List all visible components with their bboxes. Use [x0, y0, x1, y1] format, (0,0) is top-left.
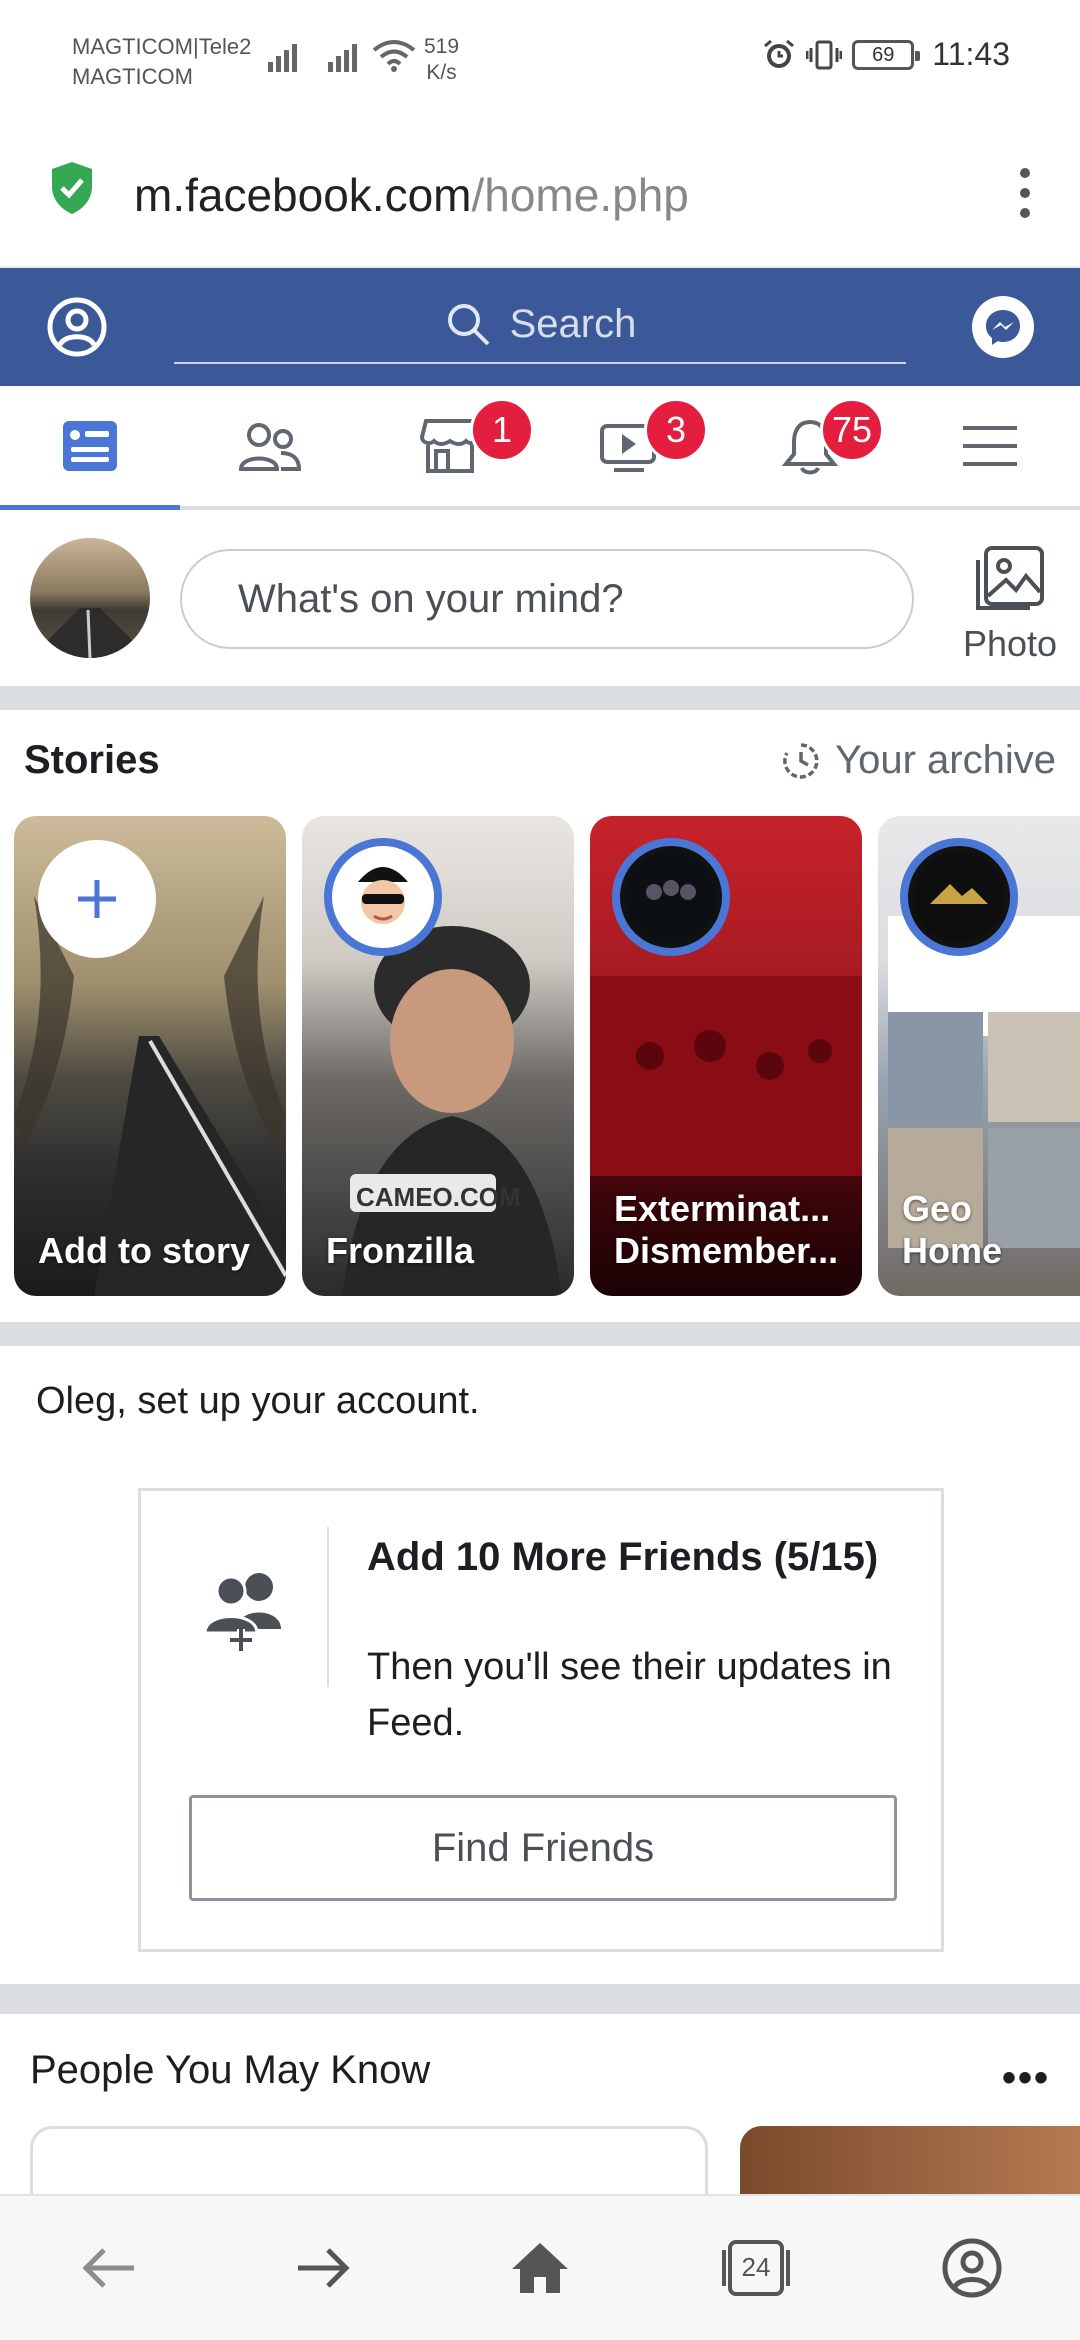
setup-heading: Oleg, set up your account. [36, 1380, 480, 1422]
tab-marketplace[interactable]: 1 [360, 386, 540, 506]
people-you-may-know-title: People You May Know [30, 2048, 431, 2092]
archive-label: Your archive [835, 738, 1056, 782]
add-friends-icon [203, 1573, 281, 1651]
battery-icon: 69 [852, 39, 921, 70]
network-speed: 519 K/s [424, 34, 459, 86]
tab-watch[interactable]: 3 [540, 386, 720, 506]
story-label: Fronzilla [326, 1230, 475, 1271]
story-fronzilla[interactable]: CAMEO.COM Fronzilla [302, 816, 574, 1296]
add-friends-card: Add 10 More Friends (5/15) Then you'll s… [138, 1488, 944, 1952]
your-archive-link[interactable]: Your archive [781, 738, 1056, 783]
search-placeholder: Search [509, 301, 637, 346]
notifications-badge: 75 [820, 398, 884, 462]
story-label: Add to story [38, 1230, 250, 1271]
wifi-icon [372, 40, 416, 72]
divider [0, 686, 1080, 710]
search-icon [447, 304, 490, 346]
story-avatar [612, 838, 730, 956]
messenger-icon[interactable] [972, 296, 1034, 358]
post-composer: What's on your mind? Photo [0, 514, 1080, 686]
friends-icon [238, 423, 302, 471]
main-tabs: 1 3 75 [0, 386, 1080, 510]
tab-menu[interactable] [900, 386, 1080, 506]
card-divider [327, 1527, 329, 1687]
marketplace-badge: 1 [470, 398, 534, 462]
stories-header: Stories Your archive [0, 710, 1080, 810]
find-friends-button[interactable]: Find Friends [189, 1795, 897, 1901]
carrier-line2: MAGTICOM [72, 64, 193, 89]
search-bar[interactable]: Search [174, 286, 906, 364]
news-feed-icon [63, 421, 117, 471]
speed-unit: K/s [426, 61, 457, 84]
hamburger-menu-icon [963, 426, 1017, 466]
story-exterminatus[interactable]: Exterminat... Dismember... [590, 816, 862, 1296]
carrier-info: MAGTICOM|Tele2 MAGTICOM [72, 32, 251, 92]
divider [0, 1322, 1080, 1346]
user-avatar[interactable] [30, 538, 150, 658]
story-add[interactable]: Add to story [14, 816, 286, 1296]
story-label: Exterminat... Dismember... [614, 1188, 839, 1271]
signal-icon [328, 44, 357, 72]
browser-url-bar[interactable]: m.facebook.com/home.php [0, 120, 1080, 268]
browser-bottom-nav: 24 [0, 2194, 1080, 2340]
url-text[interactable]: m.facebook.com/home.php [134, 160, 689, 230]
story-label: Geo Home [902, 1188, 1003, 1271]
signal-icon [268, 44, 297, 72]
clock: 11:43 [932, 36, 1010, 72]
tab-friends[interactable] [180, 386, 360, 506]
speed-value: 519 [424, 35, 460, 58]
alarm-icon [764, 39, 795, 68]
back-icon[interactable] [48, 2208, 168, 2328]
card-subtitle: Then you'll see their updates in Feed. [367, 1646, 892, 1744]
forward-icon[interactable] [264, 2208, 384, 2328]
facebook-header: Search [0, 268, 1080, 386]
cameo-watermark: CAMEO.COM [356, 1182, 521, 1212]
status-right: 69 11:43 [762, 36, 1010, 73]
more-options-icon[interactable]: ••• [1002, 2056, 1050, 2101]
card-title: Add 10 More Friends (5/15) [367, 1535, 879, 1579]
photo-icon [976, 546, 1044, 610]
status-bar: MAGTICOM|Tele2 MAGTICOM 519 K/s 69 11:43 [0, 0, 1080, 120]
vibrate-icon [806, 40, 843, 69]
whats-on-your-mind-input[interactable]: What's on your mind? [180, 549, 914, 649]
watch-badge: 3 [644, 398, 708, 462]
kebab-menu-icon[interactable] [1010, 158, 1040, 228]
story-avatar [900, 838, 1018, 956]
divider [0, 1984, 1080, 2014]
story-geo-home[interactable]: Geo Home [878, 816, 1080, 1296]
add-story-button[interactable] [38, 840, 156, 958]
tabs-icon[interactable]: 24 [696, 2208, 816, 2328]
url-host: m.facebook.com [134, 169, 472, 221]
home-icon[interactable] [480, 2208, 600, 2328]
carrier-line1: MAGTICOM|Tele2 [72, 34, 252, 59]
secure-shield-icon [52, 162, 92, 214]
tab-news-feed[interactable] [0, 386, 180, 510]
photo-label: Photo [962, 623, 1058, 664]
story-avatar [324, 838, 442, 956]
account-icon[interactable] [912, 2208, 1032, 2328]
plus-icon [78, 880, 116, 918]
stories-title: Stories [24, 738, 160, 782]
url-path: /home.php [471, 169, 689, 221]
photo-button[interactable]: Photo [960, 544, 1060, 665]
tabs-count: 24 [741, 2252, 771, 2282]
archive-clock-icon [783, 742, 819, 779]
profile-icon[interactable] [46, 296, 108, 358]
tab-notifications[interactable]: 75 [720, 386, 900, 506]
